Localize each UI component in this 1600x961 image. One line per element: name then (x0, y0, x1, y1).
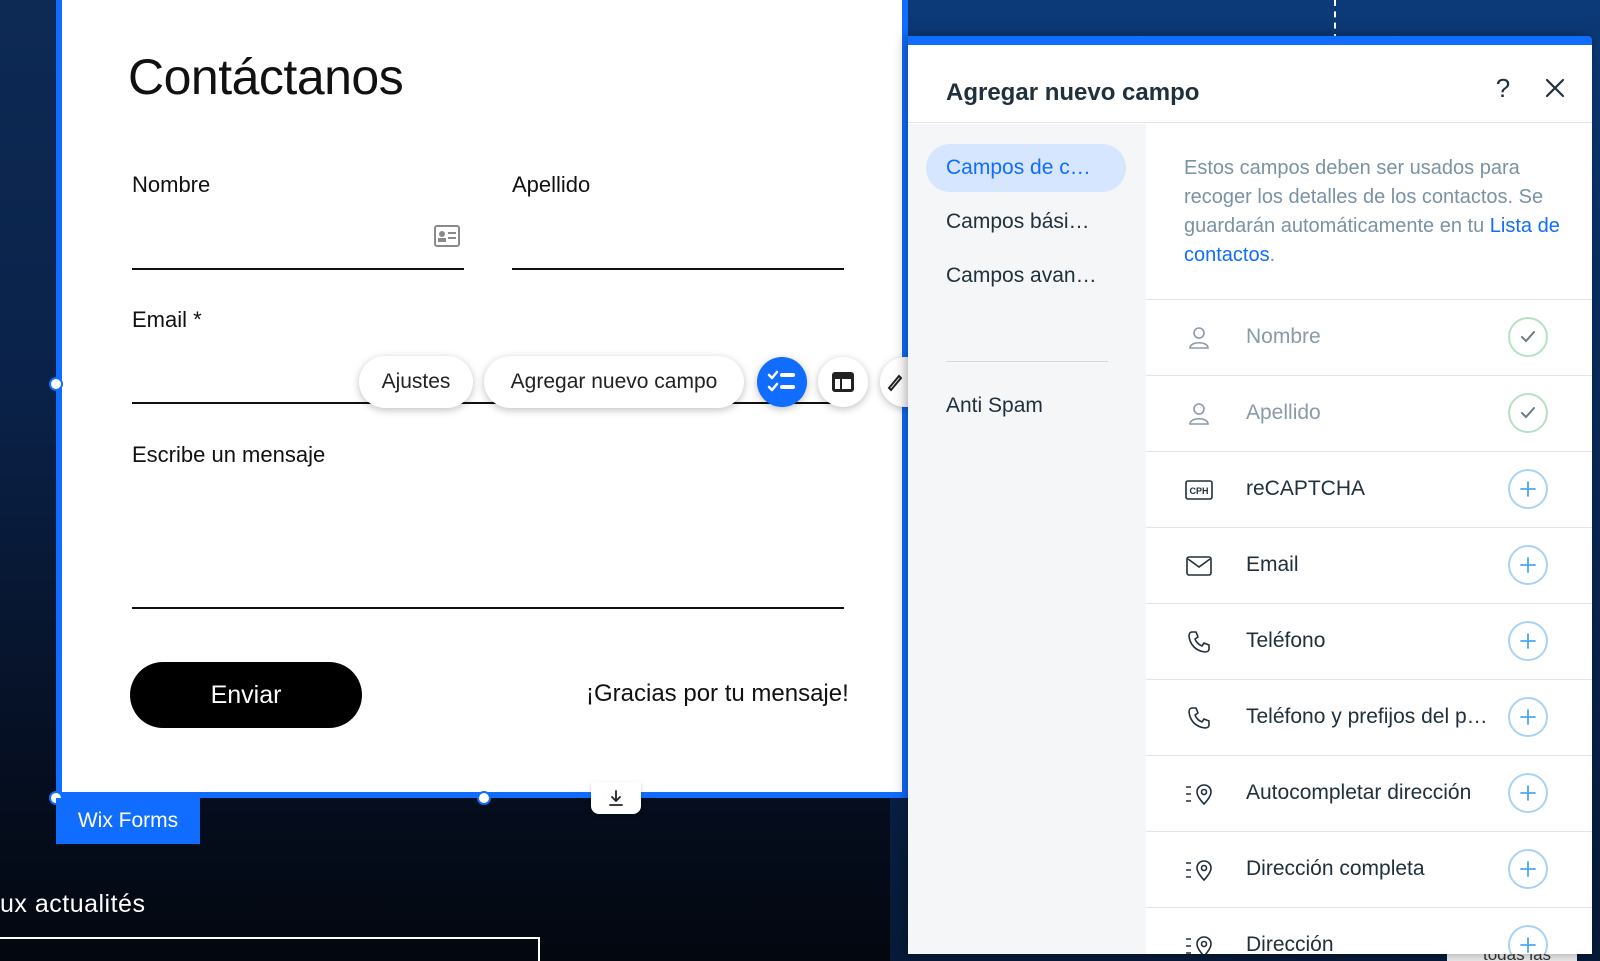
nav-item-anti-spam[interactable]: Anti Spam (926, 382, 1126, 430)
plus-icon (1520, 633, 1536, 649)
add-field-button[interactable] (1508, 925, 1548, 954)
submit-button[interactable]: Enviar (130, 662, 362, 728)
field-added-check (1508, 317, 1548, 357)
layout-icon (832, 372, 854, 392)
manage-fields-button[interactable] (757, 357, 807, 407)
description-end: . (1269, 244, 1276, 266)
manage-fields-icon (767, 370, 795, 392)
checkmark-icon (1521, 407, 1535, 419)
field-row-full-address[interactable]: Dirección completa (1146, 831, 1592, 907)
message-label: Escribe un mensaje (132, 442, 326, 467)
nav-item-basic-fields[interactable]: Campos bási… (926, 198, 1126, 246)
field-added-check (1508, 393, 1548, 433)
location-pin-icon (1184, 780, 1214, 808)
field-row-recaptcha[interactable]: CPH reCAPTCHA (1146, 451, 1592, 527)
field-row-label: Autocompletar dirección (1246, 781, 1472, 804)
field-row-email[interactable]: Email (1146, 527, 1592, 603)
resize-handle-left[interactable] (49, 377, 63, 391)
phone-icon (1184, 704, 1214, 732)
last-name-label: Apellido (512, 172, 591, 197)
form-title: Contáctanos (128, 49, 404, 105)
panel-category-nav: Campos de c… Campos bási… Campos avan… A… (908, 124, 1146, 954)
field-row-first-name[interactable]: Nombre (1146, 299, 1592, 375)
envelope-icon (1184, 552, 1214, 580)
field-row-phone-prefix[interactable]: Teléfono y prefijos del p… (1146, 679, 1592, 755)
add-field-panel: Agregar nuevo campo ? Campos de c… Campo… (908, 36, 1592, 954)
location-pin-icon (1184, 856, 1214, 884)
email-label: Email * (132, 307, 202, 332)
add-field-button[interactable] (1508, 621, 1548, 661)
field-row-last-name[interactable]: Apellido (1146, 375, 1592, 451)
layout-button[interactable] (818, 357, 868, 407)
plus-icon (1520, 481, 1536, 497)
add-field-button[interactable] (1508, 545, 1548, 585)
field-row-address-autocomplete[interactable]: Autocompletar dirección (1146, 755, 1592, 831)
guide-line (1334, 0, 1336, 40)
field-row-label: Nombre (1246, 325, 1321, 348)
field-row-label: Dirección completa (1246, 857, 1425, 880)
background-heading-text: ux actualités (0, 890, 146, 918)
close-button[interactable] (1540, 73, 1570, 103)
panel-description: Estos campos deben ser usados para recog… (1184, 154, 1564, 270)
stretch-handle-button[interactable] (591, 782, 641, 814)
plus-icon (1520, 861, 1536, 877)
field-row-label: Apellido (1246, 401, 1321, 424)
email-input[interactable] (132, 402, 844, 404)
panel-field-list: Estos campos deben ser usados para recog… (1146, 124, 1592, 954)
background-input-box (0, 937, 540, 961)
field-row-address[interactable]: Dirección (1146, 907, 1592, 954)
captcha-icon: CPH (1184, 476, 1214, 504)
plus-icon (1520, 557, 1536, 573)
field-row-phone[interactable]: Teléfono (1146, 603, 1592, 679)
field-row-label: reCAPTCHA (1246, 477, 1366, 500)
help-button[interactable]: ? (1488, 73, 1518, 103)
add-field-button[interactable] (1508, 849, 1548, 889)
download-arrow-icon (609, 790, 623, 806)
location-pin-icon (1184, 932, 1214, 954)
checkmark-icon (1521, 331, 1535, 343)
settings-button[interactable]: Ajustes (359, 356, 473, 408)
message-textarea[interactable] (132, 607, 844, 609)
person-icon (1184, 400, 1214, 428)
person-icon (1184, 324, 1214, 352)
panel-header: Agregar nuevo campo ? (908, 45, 1592, 123)
last-name-input[interactable] (512, 268, 844, 270)
element-name-tag[interactable]: Wix Forms (56, 798, 200, 844)
add-field-button[interactable] (1508, 697, 1548, 737)
success-message: ¡Gracias por tu mensaje! (586, 680, 849, 707)
design-brush-icon (887, 374, 903, 392)
field-row-label: Teléfono (1246, 629, 1326, 652)
plus-icon (1520, 937, 1536, 953)
add-new-field-button[interactable]: Agregar nuevo campo (484, 356, 744, 408)
resize-handle-bottom[interactable] (477, 791, 491, 805)
field-row-label: Teléfono y prefijos del p… (1246, 705, 1488, 728)
add-field-button[interactable] (1508, 773, 1548, 813)
nav-divider (946, 361, 1108, 362)
svg-text:CPH: CPH (1189, 486, 1208, 496)
add-field-button[interactable] (1508, 469, 1548, 509)
plus-icon (1520, 709, 1536, 725)
nav-item-contact-fields[interactable]: Campos de c… (926, 144, 1126, 192)
first-name-input[interactable] (132, 268, 464, 270)
phone-icon (1184, 628, 1214, 656)
first-name-label: Nombre (132, 172, 211, 197)
field-row-label: Dirección (1246, 933, 1334, 954)
nav-item-advanced-fields[interactable]: Campos avan… (926, 252, 1126, 300)
panel-title: Agregar nuevo campo (946, 79, 1200, 106)
field-row-label: Email (1246, 553, 1299, 576)
plus-icon (1520, 785, 1536, 801)
contact-card-icon (434, 225, 460, 247)
close-icon (1545, 78, 1565, 98)
